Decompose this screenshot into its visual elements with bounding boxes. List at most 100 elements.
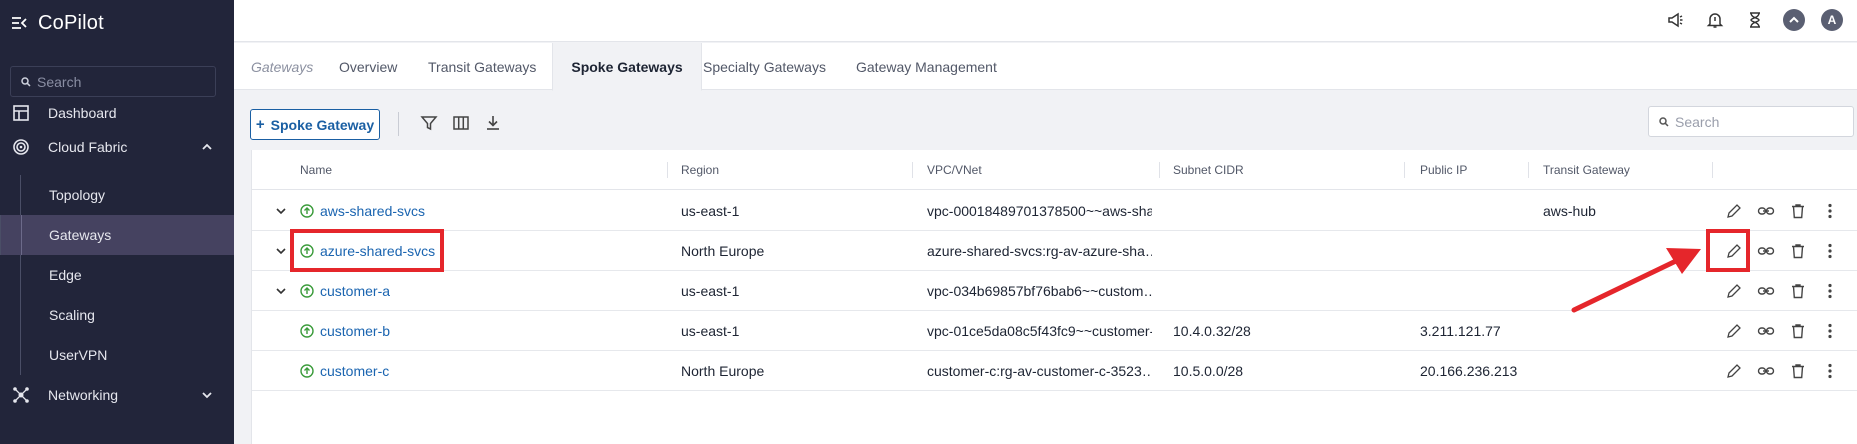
- sidebar-item-label: Topology: [49, 187, 106, 203]
- column-divider: [1159, 162, 1160, 178]
- search-icon: [21, 76, 31, 87]
- gateway-name-link[interactable]: aws-shared-svcs: [320, 191, 425, 231]
- sidebar-item-label: Gateways: [49, 227, 112, 243]
- vpc-cell: vpc-034b69857bf76bab6~~custom…: [927, 283, 1152, 299]
- column-header-region[interactable]: Region: [681, 150, 719, 190]
- vpc-cell: customer-c:rg-av-customer-c-3523…: [927, 363, 1152, 379]
- public-ip-cell: 3.211.121.77: [1420, 323, 1501, 339]
- region-cell: us-east-1: [681, 283, 740, 299]
- column-divider: [912, 162, 913, 178]
- tab-specialty-gateways[interactable]: Specialty Gateways: [703, 43, 826, 90]
- notification-bell-icon[interactable]: [1703, 8, 1727, 32]
- sidebar-item-label: Scaling: [49, 307, 95, 323]
- highlight-box-edit-button: [1706, 229, 1750, 272]
- link-icon[interactable]: [1757, 282, 1775, 300]
- toolbar-divider: [398, 112, 399, 136]
- status-up-icon: [300, 364, 314, 378]
- vpc-cell: azure-shared-svcs:rg-av-azure-sha…: [927, 243, 1152, 259]
- vpc-cell: vpc-00018489701378500~~aws-sha…: [927, 203, 1152, 219]
- gateway-name-link[interactable]: customer-a: [320, 271, 390, 311]
- tab-spoke-gateways[interactable]: Spoke Gateways: [552, 43, 702, 91]
- region-cell: us-east-1: [681, 203, 740, 219]
- plus-icon: +: [255, 116, 265, 133]
- table-search-input[interactable]: [1675, 113, 1845, 130]
- tab-transit-gateways[interactable]: Transit Gateways: [428, 43, 536, 90]
- edit-icon[interactable]: [1725, 322, 1743, 340]
- more-options-icon[interactable]: [1821, 362, 1839, 380]
- delete-icon[interactable]: [1789, 242, 1807, 260]
- link-icon[interactable]: [1757, 202, 1775, 220]
- table-row[interactable]: aws-shared-svcs us-east-1 vpc-0001848970…: [252, 191, 1857, 231]
- column-header-name[interactable]: Name: [300, 150, 332, 190]
- link-icon[interactable]: [1757, 322, 1775, 340]
- networking-icon: [13, 387, 29, 403]
- delete-icon[interactable]: [1789, 202, 1807, 220]
- dashboard-icon: [13, 105, 29, 121]
- status-up-icon: [300, 284, 314, 298]
- edit-icon[interactable]: [1725, 202, 1743, 220]
- link-icon[interactable]: [1757, 242, 1775, 260]
- sidebar-item-cloud-fabric[interactable]: Cloud Fabric: [0, 127, 234, 167]
- sidebar: CoPilot Dashboard Cloud Fabric Topology …: [0, 0, 234, 444]
- table-search[interactable]: [1648, 106, 1854, 137]
- public-ip-cell: 20.166.236.213: [1420, 363, 1518, 379]
- link-icon[interactable]: [1757, 362, 1775, 380]
- delete-icon[interactable]: [1789, 322, 1807, 340]
- column-divider: [1528, 162, 1529, 178]
- column-divider: [1712, 162, 1713, 178]
- columns-icon[interactable]: [452, 114, 470, 132]
- cloud-fabric-icon: [13, 139, 29, 155]
- upgrade-icon[interactable]: [1783, 9, 1805, 31]
- user-avatar[interactable]: A: [1821, 9, 1843, 31]
- chevron-down-icon[interactable]: [274, 204, 288, 218]
- more-options-icon[interactable]: [1821, 242, 1839, 260]
- vpc-cell: vpc-01ce5da08c5f43fc9~~customer-b: [927, 323, 1152, 339]
- tab-gateway-management[interactable]: Gateway Management: [856, 43, 997, 90]
- region-cell: us-east-1: [681, 323, 740, 339]
- column-header-subnet-cidr[interactable]: Subnet CIDR: [1173, 150, 1244, 190]
- delete-icon[interactable]: [1789, 362, 1807, 380]
- menu-collapse-icon[interactable]: [10, 14, 28, 32]
- sidebar-item-scaling[interactable]: Scaling: [20, 295, 234, 335]
- chevron-up-icon[interactable]: [200, 140, 214, 154]
- chevron-down-icon[interactable]: [200, 388, 214, 402]
- edit-icon[interactable]: [1725, 362, 1743, 380]
- chevron-down-icon[interactable]: [274, 244, 288, 258]
- more-options-icon[interactable]: [1821, 322, 1839, 340]
- sidebar-item-topology[interactable]: Topology: [20, 175, 234, 215]
- highlight-box-gateway-name: [290, 229, 444, 272]
- sidebar-search-input[interactable]: [37, 73, 207, 90]
- status-up-icon: [300, 204, 314, 218]
- table-row[interactable]: customer-c North Europe customer-c:rg-av…: [252, 351, 1857, 391]
- tab-gateways-breadcrumb: Gateways: [251, 58, 314, 75]
- edit-icon[interactable]: [1725, 282, 1743, 300]
- more-options-icon[interactable]: [1821, 282, 1839, 300]
- region-cell: North Europe: [681, 243, 765, 259]
- chevron-down-icon[interactable]: [274, 284, 288, 298]
- column-header-public-ip[interactable]: Public IP: [1420, 150, 1467, 190]
- annotation-arrow-icon: [1571, 248, 1701, 313]
- sidebar-item-label: Cloud Fabric: [48, 139, 128, 155]
- column-header-vpc[interactable]: VPC/VNet: [927, 150, 982, 190]
- tab-overview[interactable]: Overview: [339, 43, 397, 90]
- gateway-name-link[interactable]: customer-c: [320, 351, 389, 391]
- hourglass-icon[interactable]: [1743, 8, 1767, 32]
- column-divider: [1404, 162, 1405, 178]
- sidebar-item-uservpn[interactable]: UserVPN: [20, 335, 234, 375]
- download-icon[interactable]: [484, 114, 502, 132]
- column-header-transit-gateway[interactable]: Transit Gateway: [1543, 150, 1630, 190]
- gateway-name-link[interactable]: customer-b: [320, 311, 390, 351]
- sidebar-item-label: UserVPN: [49, 347, 108, 363]
- add-spoke-gateway-button[interactable]: + Spoke Gateway: [250, 109, 380, 140]
- more-options-icon[interactable]: [1821, 202, 1839, 220]
- filter-icon[interactable]: [420, 114, 438, 132]
- tab-bar: Gateways Overview Transit Gateways Spoke…: [234, 43, 1857, 91]
- announcement-icon[interactable]: [1663, 8, 1687, 32]
- delete-icon[interactable]: [1789, 282, 1807, 300]
- status-up-icon: [300, 324, 314, 338]
- sidebar-item-networking[interactable]: Networking: [0, 375, 234, 415]
- sidebar-item-edge[interactable]: Edge: [20, 255, 234, 295]
- top-bar: A: [234, 0, 1857, 42]
- sidebar-item-gateways[interactable]: Gateways: [0, 215, 234, 255]
- subnet-cell: 10.4.0.32/28: [1173, 323, 1251, 339]
